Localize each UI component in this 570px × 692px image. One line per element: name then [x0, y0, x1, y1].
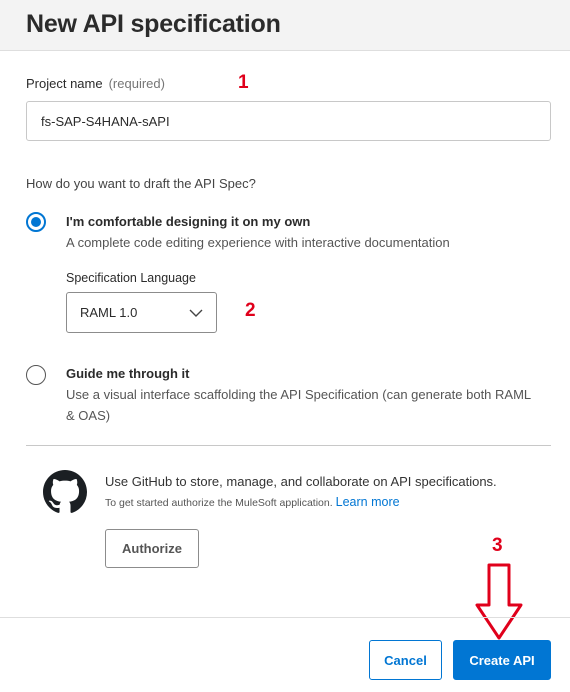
option-guide-me-title[interactable]: Guide me through it: [66, 366, 190, 381]
learn-more-link[interactable]: Learn more: [336, 495, 400, 509]
option-guide-me-description: Use a visual interface scaffolding the A…: [66, 387, 531, 423]
github-description: Use GitHub to store, manage, and collabo…: [105, 474, 497, 489]
annotation-arrow-down-icon: [475, 563, 523, 640]
option-design-own-title[interactable]: I'm comfortable designing it on my own: [66, 214, 310, 229]
dialog-title: New API specification: [26, 10, 281, 38]
spec-language-value: RAML 1.0: [80, 305, 138, 320]
radio-guide-me[interactable]: [26, 365, 46, 385]
annotation-marker-1: 1: [238, 72, 249, 93]
dialog-header: New API specification: [0, 0, 570, 51]
radio-design-own[interactable]: [26, 212, 46, 232]
authorize-button[interactable]: Authorize: [105, 529, 199, 568]
create-api-button[interactable]: Create API: [453, 640, 551, 680]
required-hint: (required): [108, 76, 165, 91]
spec-language-label: Specification Language: [66, 271, 196, 285]
github-subtext-label: To get started authorize the MuleSoft ap…: [105, 497, 333, 509]
draft-question: How do you want to draft the API Spec?: [26, 176, 256, 191]
option-design-own-description: A complete code editing experience with …: [66, 235, 450, 250]
cancel-button[interactable]: Cancel: [369, 640, 442, 680]
github-subtext: To get started authorize the MuleSoft ap…: [105, 495, 400, 509]
spec-language-select[interactable]: RAML 1.0: [66, 292, 217, 333]
footer-divider: [0, 617, 570, 618]
github-icon: [43, 470, 87, 513]
annotation-marker-3: 3: [492, 535, 503, 556]
section-divider: [26, 445, 551, 446]
project-name-input[interactable]: [26, 101, 551, 141]
project-name-label-text: Project name: [26, 76, 103, 91]
project-name-label: Project name (required): [26, 76, 165, 91]
annotation-marker-2: 2: [245, 300, 256, 321]
chevron-down-icon: [189, 309, 203, 317]
